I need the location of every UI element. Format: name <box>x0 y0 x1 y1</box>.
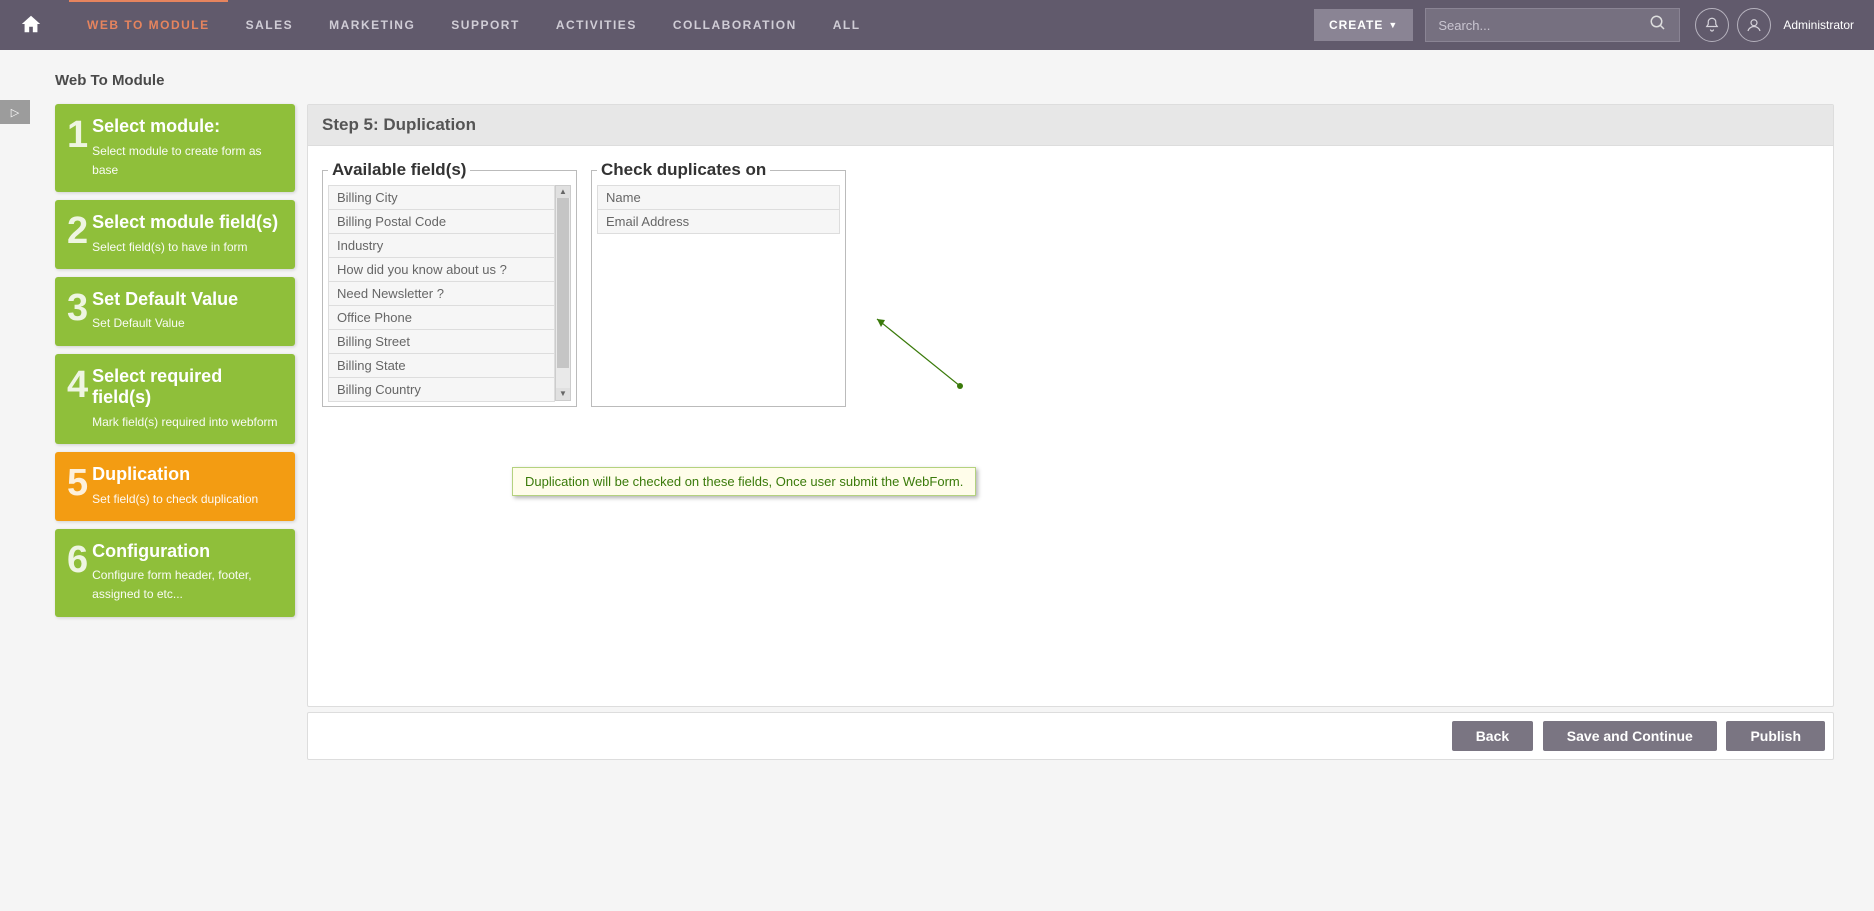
available-legend: Available field(s) <box>328 160 470 180</box>
scroll-thumb[interactable] <box>557 198 569 368</box>
callout-tooltip: Duplication will be checked on these fie… <box>512 467 976 496</box>
list-item[interactable]: Office Phone <box>328 305 555 330</box>
step-number: 5 <box>67 464 88 509</box>
step-number: 6 <box>67 541 88 605</box>
scroll-up-icon[interactable]: ▲ <box>556 186 570 198</box>
nav-collaboration[interactable]: COLLABORATION <box>655 0 815 50</box>
home-icon[interactable] <box>20 13 44 37</box>
list-item[interactable]: Email Address <box>597 209 840 234</box>
search-box <box>1425 8 1680 42</box>
list-item[interactable]: Name <box>597 185 840 210</box>
scrollbar[interactable]: ▲ ▼ <box>555 185 571 401</box>
nav-web-to-module[interactable]: WEB TO MODULE <box>69 0 228 49</box>
publish-button[interactable]: Publish <box>1726 721 1825 751</box>
step-desc: Select module to create form as base <box>92 142 283 180</box>
step-title: Select module field(s) <box>92 212 283 234</box>
wizard-steps: 1 Select module: Select module to create… <box>55 104 295 760</box>
available-listbox[interactable]: Billing City Billing Postal Code Industr… <box>328 185 555 401</box>
step-2[interactable]: 2 Select module field(s) Select field(s)… <box>55 200 295 269</box>
save-continue-button[interactable]: Save and Continue <box>1543 721 1717 751</box>
admin-name[interactable]: Administrator <box>1783 18 1854 32</box>
back-button[interactable]: Back <box>1452 721 1533 751</box>
step-title: Configuration <box>92 541 283 563</box>
search-input[interactable] <box>1438 18 1649 33</box>
nav-support[interactable]: SUPPORT <box>433 0 538 50</box>
list-item[interactable]: Billing Postal Code <box>328 209 555 234</box>
step-number: 4 <box>67 366 88 432</box>
scroll-down-icon[interactable]: ▼ <box>556 388 570 400</box>
list-item[interactable]: Billing City <box>328 185 555 210</box>
step-number: 1 <box>67 116 88 180</box>
search-icon[interactable] <box>1649 14 1667 37</box>
create-button[interactable]: CREATE ▼ <box>1314 9 1413 41</box>
step-title: Duplication <box>92 464 283 486</box>
check-listbox[interactable]: Name Email Address <box>597 185 840 234</box>
user-icon[interactable] <box>1737 8 1771 42</box>
step-5[interactable]: 5 Duplication Set field(s) to check dupl… <box>55 452 295 521</box>
step-title: Select required field(s) <box>92 366 283 409</box>
list-item[interactable]: Billing State <box>328 353 555 378</box>
nav-sales[interactable]: SALES <box>228 0 312 50</box>
step-6[interactable]: 6 Configuration Configure form header, f… <box>55 529 295 617</box>
step-desc: Select field(s) to have in form <box>92 238 283 257</box>
list-item[interactable]: How did you know about us ? <box>328 257 555 282</box>
chevron-down-icon: ▼ <box>1388 20 1398 30</box>
step-desc: Set field(s) to check duplication <box>92 490 283 509</box>
nav-marketing[interactable]: MARKETING <box>311 0 433 50</box>
list-item[interactable]: Industry <box>328 233 555 258</box>
bell-icon[interactable] <box>1695 8 1729 42</box>
sidebar-toggle[interactable]: ▷ <box>0 100 30 124</box>
nav-all[interactable]: ALL <box>815 0 879 50</box>
panel-title: Step 5: Duplication <box>308 105 1833 146</box>
step-desc: Configure form header, footer, assigned … <box>92 566 283 604</box>
step-desc: Set Default Value <box>92 314 283 333</box>
main-panel: Step 5: Duplication Available field(s) B… <box>307 104 1834 707</box>
create-label: CREATE <box>1329 18 1383 32</box>
breadcrumb: Web To Module <box>55 72 1874 89</box>
step-number: 3 <box>67 289 88 334</box>
list-item[interactable]: Billing Street <box>328 329 555 354</box>
top-navbar: WEB TO MODULE SALES MARKETING SUPPORT AC… <box>0 0 1874 50</box>
footer-actions: Back Save and Continue Publish <box>307 712 1834 760</box>
check-duplicates-fieldset: Check duplicates on Name Email Address <box>591 160 846 407</box>
list-item[interactable]: Billing Country <box>328 377 555 402</box>
step-title: Set Default Value <box>92 289 283 311</box>
step-4[interactable]: 4 Select required field(s) Mark field(s)… <box>55 354 295 444</box>
step-1[interactable]: 1 Select module: Select module to create… <box>55 104 295 192</box>
step-3[interactable]: 3 Set Default Value Set Default Value <box>55 277 295 346</box>
check-legend: Check duplicates on <box>597 160 770 180</box>
step-title: Select module: <box>92 116 283 138</box>
step-desc: Mark field(s) required into webform <box>92 413 283 432</box>
list-item[interactable]: Need Newsletter ? <box>328 281 555 306</box>
available-fieldset: Available field(s) Billing City Billing … <box>322 160 577 407</box>
nav-activities[interactable]: ACTIVITIES <box>538 0 655 50</box>
step-number: 2 <box>67 212 88 257</box>
